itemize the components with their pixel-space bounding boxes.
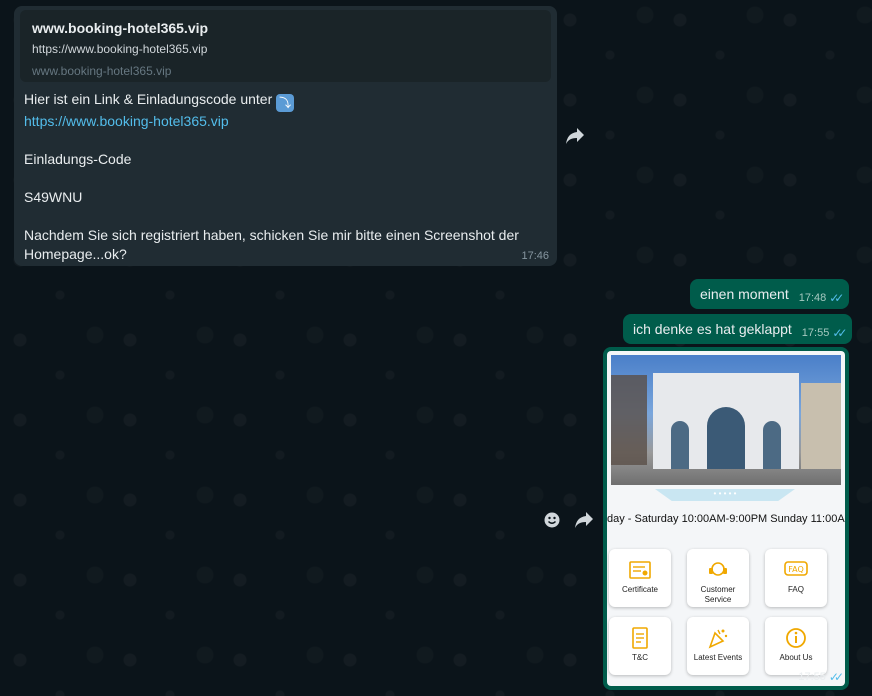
terms-icon xyxy=(628,627,652,649)
read-receipt-icon: ✓✓ xyxy=(829,291,844,305)
message-text: Hier ist ein Link & Einladungscode unter… xyxy=(20,82,551,264)
tile-terms: T&C xyxy=(609,617,671,675)
outgoing-message-text: einen moment xyxy=(700,286,789,302)
tile-label: Certificate xyxy=(621,585,658,594)
tile-latest-events: Latest Events xyxy=(687,617,749,675)
image-message-time: 17:55 ✓✓ xyxy=(798,670,844,684)
certificate-icon xyxy=(628,559,652,581)
read-receipt-icon: ✓✓ xyxy=(828,670,844,684)
outgoing-message[interactable]: einen moment 17:48 ✓✓ xyxy=(690,279,850,309)
link-preview-url: https://www.booking-hotel365.vip xyxy=(32,42,208,56)
arrow-down-emoji-icon: ⤵ xyxy=(276,94,295,112)
opening-hours-marquee: day - Saturday 10:00AM-9:00PM Sunday 11:… xyxy=(607,513,845,525)
tile-label: Latest Events xyxy=(693,653,743,662)
tile-certificate: Certificate xyxy=(609,549,671,607)
tile-about-us: About Us xyxy=(765,617,827,675)
message-line-request: Nachdem Sie sich registriert haben, schi… xyxy=(24,227,519,243)
svg-text:FAQ: FAQ xyxy=(788,565,804,574)
read-receipt-icon: ✓✓ xyxy=(832,326,847,340)
message-link[interactable]: https://www.booking-hotel365.vip xyxy=(24,113,229,129)
invite-code-label: Einladungs-Code xyxy=(24,151,132,167)
tile-label: T&C xyxy=(632,653,648,662)
message-line-request-2: Homepage...ok? xyxy=(24,246,127,262)
outgoing-message-text: ich denke es hat geklappt xyxy=(633,321,792,337)
tile-label: Customer Service xyxy=(700,585,736,604)
image-message[interactable]: • • • • • day - Saturday 10:00AM-9:00PM … xyxy=(603,347,849,690)
tile-label: About Us xyxy=(779,653,813,662)
marble-arch-photo xyxy=(611,355,841,485)
tile-label: FAQ xyxy=(787,585,804,594)
outgoing-message-time: 17:48 xyxy=(798,292,827,304)
emoji-reaction-icon[interactable] xyxy=(541,509,563,531)
incoming-message[interactable]: www.booking-hotel365.vip https://www.boo… xyxy=(14,6,557,266)
info-icon xyxy=(784,627,808,649)
link-preview-title: www.booking-hotel365.vip xyxy=(32,20,209,36)
faq-icon: FAQ xyxy=(784,559,808,581)
invite-code: S49WNU xyxy=(24,189,83,205)
outgoing-message-time: 17:55 xyxy=(801,327,830,339)
outgoing-message[interactable]: ich denke es hat geklappt 17:55 ✓✓ xyxy=(623,314,853,344)
image-message-time-text: 17:55 xyxy=(798,671,826,683)
screenshot-image[interactable]: • • • • • day - Saturday 10:00AM-9:00PM … xyxy=(607,351,845,686)
link-preview-domain: www.booking-hotel365.vip xyxy=(32,64,172,78)
forward-icon[interactable] xyxy=(561,122,589,150)
tile-faq: FAQ FAQ xyxy=(765,549,827,607)
message-line-intro: Hier ist ein Link & Einladungscode unter xyxy=(24,91,273,107)
forward-icon[interactable] xyxy=(570,506,598,534)
link-preview[interactable]: www.booking-hotel365.vip https://www.boo… xyxy=(20,10,551,82)
party-icon xyxy=(706,627,730,649)
message-time: 17:46 xyxy=(521,250,549,262)
customer-service-icon xyxy=(706,559,730,581)
slider-dots: • • • • • xyxy=(655,489,795,501)
tile-customer-service: Customer Service xyxy=(687,549,749,607)
